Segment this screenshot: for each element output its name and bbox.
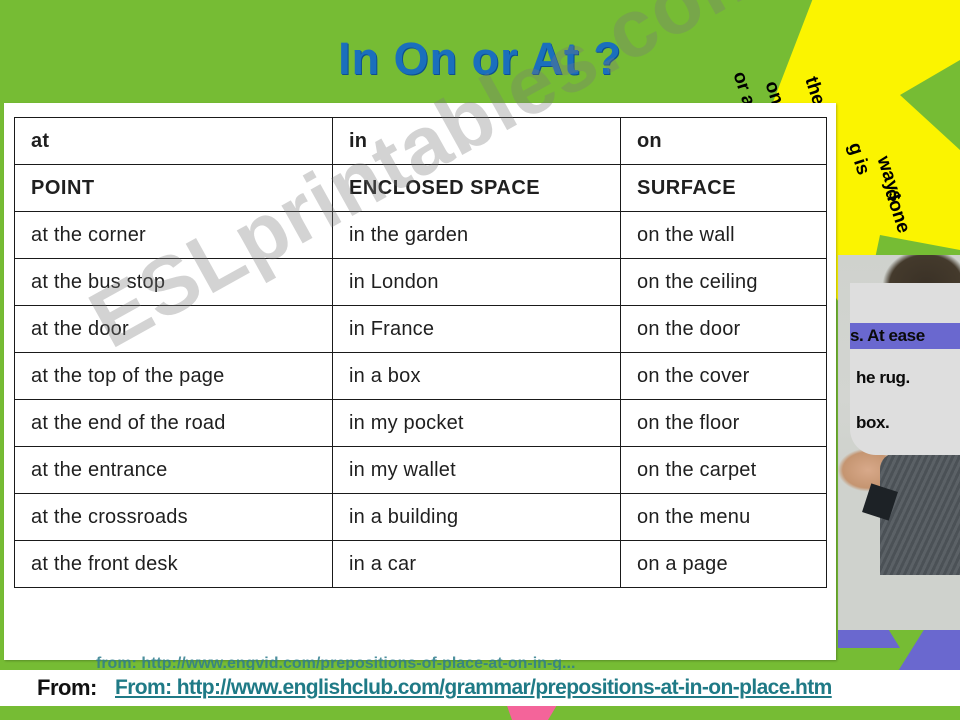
table-row: at the top of the page in a box on the c… [14, 352, 827, 400]
cell-on: on the menu [620, 493, 827, 541]
cell-at: at the entrance [14, 446, 333, 494]
footer-from-label: From: [37, 675, 97, 700]
cell-at: at the door [14, 305, 333, 353]
cell-at: at the top of the page [14, 352, 333, 400]
info-line-1: s. At ease [850, 323, 960, 349]
category-cell-point: POINT [14, 164, 333, 212]
table-panel: at in on POINT ENCLOSED SPACE SURFACE at… [4, 103, 836, 660]
cell-in: in London [332, 258, 621, 306]
cell-in: in France [332, 305, 621, 353]
cell-at: at the front desk [14, 540, 333, 588]
table-category-row: POINT ENCLOSED SPACE SURFACE [14, 164, 827, 212]
cell-at: at the crossroads [14, 493, 333, 541]
cell-on: on the cover [620, 352, 827, 400]
slide-canvas: s. At ease he rug. box. or a on the g is… [0, 0, 960, 720]
category-cell-surface: SURFACE [620, 164, 827, 212]
table-row: at the door in France on the door [14, 305, 827, 353]
cell-on: on the wall [620, 211, 827, 259]
prepositions-table: at in on POINT ENCLOSED SPACE SURFACE at… [14, 117, 827, 588]
category-cell-enclosed-space: ENCLOSED SPACE [332, 164, 621, 212]
table-row: at the crossroads in a building on the m… [14, 493, 827, 541]
table-row: at the front desk in a car on a page [14, 540, 827, 588]
cell-on: on the floor [620, 399, 827, 447]
cell-at: at the corner [14, 211, 333, 259]
table-header-row: at in on [14, 117, 827, 165]
info-line-2: he rug. [856, 368, 910, 387]
footer-source-link[interactable]: From: http://www.englishclub.com/grammar… [115, 676, 832, 700]
cell-on: on the door [620, 305, 827, 353]
cell-in: in my wallet [332, 446, 621, 494]
cell-in: in my pocket [332, 399, 621, 447]
page-title: In On or At ? [338, 33, 622, 84]
cell-at: at the bus stop [14, 258, 333, 306]
cell-in: in a box [332, 352, 621, 400]
header-cell-on: on [620, 117, 827, 165]
info-card: s. At ease he rug. box. [850, 283, 960, 455]
cell-on: on the ceiling [620, 258, 827, 306]
cell-in: in a car [332, 540, 621, 588]
table-row: at the corner in the garden on the wall [14, 211, 827, 259]
header-cell-in: in [332, 117, 621, 165]
table-row: at the entrance in my wallet on the carp… [14, 446, 827, 494]
info-line-3: box. [856, 413, 890, 432]
table-row: at the end of the road in my pocket on t… [14, 399, 827, 447]
cell-on: on the carpet [620, 446, 827, 494]
sweater-shape [880, 453, 960, 575]
table-row: at the bus stop in London on the ceiling [14, 258, 827, 306]
header-cell-at: at [14, 117, 333, 165]
cell-in: in the garden [332, 211, 621, 259]
cell-in: in a building [332, 493, 621, 541]
cell-at: at the end of the road [14, 399, 333, 447]
cell-on: on a page [620, 540, 827, 588]
